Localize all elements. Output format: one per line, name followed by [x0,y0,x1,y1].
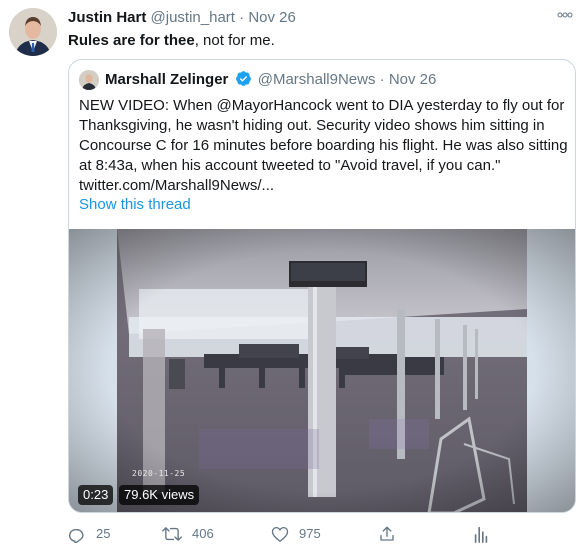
verified-icon [235,70,252,87]
tweet-date[interactable]: Nov 26 [248,9,296,26]
reply-icon [68,525,86,543]
retweet-button[interactable]: 406 [162,524,214,544]
tweet-text: Rules are for thee, not for me. [68,31,275,51]
retweet-icon [162,525,182,543]
separator-dot: · [239,9,245,26]
analytics-button[interactable] [473,524,489,544]
quote-header: Marshall Zelinger @Marshall9News · Nov 2… [105,70,436,90]
tweet: Justin Hart @justin_hart · Nov 26 Rules … [0,0,584,551]
like-button[interactable]: 975 [271,524,321,544]
author-name[interactable]: Justin Hart [68,9,146,26]
avatar[interactable] [9,8,57,56]
quote-author-handle[interactable]: @Marshall9News [258,71,376,88]
author-handle[interactable]: @justin_hart [151,9,235,26]
tweet-header: Justin Hart @justin_hart · Nov 26 [68,8,296,28]
video-player[interactable]: 2020-11-25 0:23 79.6K views [69,229,575,512]
like-count: 975 [299,526,321,541]
quote-date[interactable]: Nov 26 [389,71,437,88]
reply-button[interactable]: 25 [68,524,110,544]
tweet-text-rest: , not for me. [194,32,275,49]
heart-icon [271,525,289,543]
tweet-text-bold: Rules are for thee [68,32,195,49]
more-icon[interactable] [552,6,578,26]
reply-count: 25 [96,526,111,541]
share-button[interactable] [378,524,396,544]
quote-author-name[interactable]: Marshall Zelinger [105,71,228,88]
quoted-tweet[interactable]: Marshall Zelinger @Marshall9News · Nov 2… [68,59,576,513]
video-duration: 0:23 [78,485,114,505]
action-bar: 25 406 975 [68,524,508,544]
video-timestamp-overlay: 2020-11-25 [132,469,186,478]
retweet-count: 406 [192,526,214,541]
analytics-icon [473,525,489,543]
share-icon [378,525,396,543]
quote-text: NEW VIDEO: When @MayorHancock went to DI… [79,97,568,194]
quote-avatar[interactable] [79,70,99,90]
video-views: 79.6K views [119,485,200,505]
show-thread-link[interactable]: Show this thread [79,195,191,215]
quote-separator-dot: · [379,71,385,88]
